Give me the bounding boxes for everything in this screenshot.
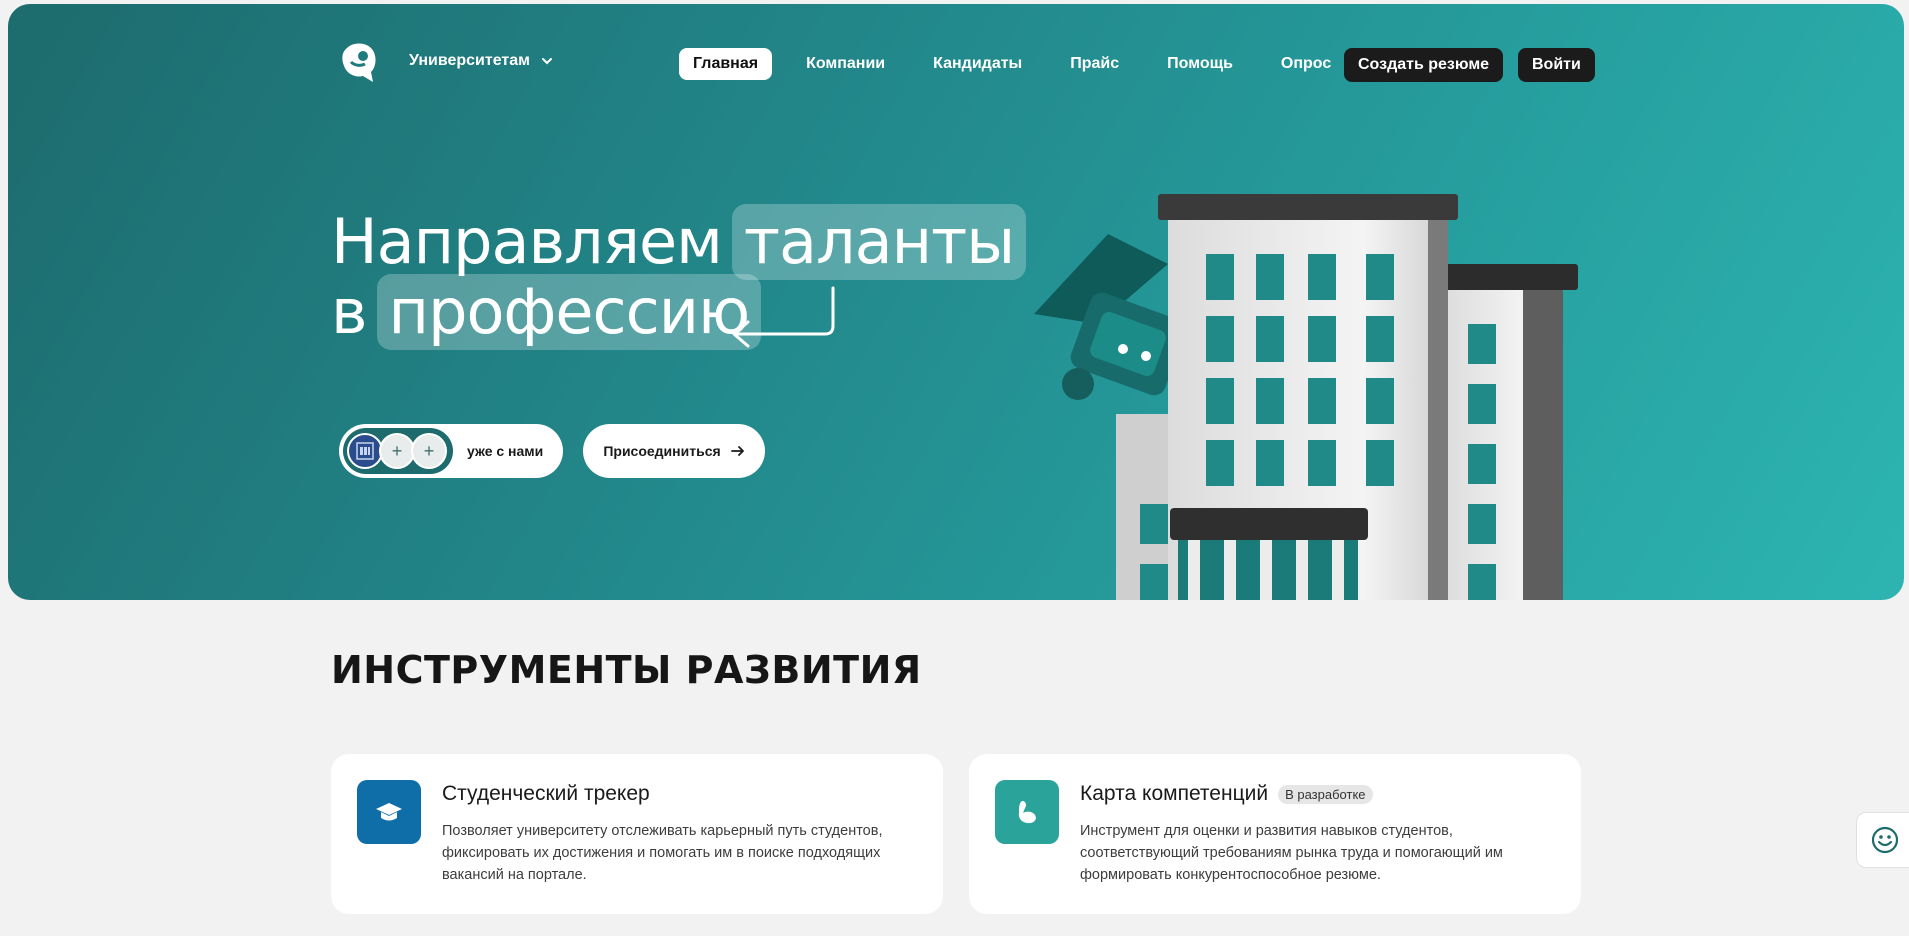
competency-map-card[interactable]: Карта компетенций В разработке Инструмен… bbox=[969, 754, 1581, 914]
card-icon-box bbox=[995, 780, 1059, 844]
with-us-label: уже с нами bbox=[467, 443, 544, 459]
create-resume-button[interactable]: Создать резюме bbox=[1344, 48, 1504, 82]
card-title-text: Студенческий трекер bbox=[442, 782, 650, 805]
curved-arrow-icon bbox=[732, 286, 835, 348]
avatar bbox=[347, 433, 383, 469]
headline-word: в bbox=[331, 275, 368, 348]
graduation-cap-icon bbox=[376, 803, 402, 821]
headline-chip-profession: профессию bbox=[376, 274, 762, 350]
members-pill: + + уже с нами bbox=[339, 424, 563, 478]
headline-line-2: в профессию bbox=[331, 274, 1026, 350]
chevron-down-icon bbox=[541, 58, 552, 65]
universities-label: Университетам bbox=[409, 52, 530, 69]
nav-links: Главная Компании Кандидаты Прайс Помощь … bbox=[679, 48, 1365, 80]
universities-dropdown[interactable]: Университетам bbox=[409, 52, 554, 70]
nav-link-help[interactable]: Помощь bbox=[1153, 48, 1247, 80]
feedback-widget[interactable] bbox=[1856, 812, 1909, 868]
member-avatars: + + bbox=[343, 428, 453, 474]
nav-link-home[interactable]: Главная bbox=[679, 48, 773, 80]
card-description: Позволяет университету отслеживать карье… bbox=[442, 823, 883, 883]
login-button[interactable]: Войти bbox=[1518, 48, 1595, 82]
card-title: Карта компетенций В разработке bbox=[1080, 782, 1373, 806]
headline-word: Направляем bbox=[331, 205, 723, 278]
hero-headline: Направляем таланты в профессию bbox=[331, 204, 1027, 350]
avatar-plus: + bbox=[411, 433, 447, 469]
headline-chip-talents: таланты bbox=[731, 204, 1027, 280]
headline-line-1: Направляем таланты bbox=[331, 204, 1027, 280]
nav-link-pricing[interactable]: Прайс bbox=[1056, 48, 1133, 80]
section-title: ИНСТРУМЕНТЫ РАЗВИТИЯ bbox=[331, 648, 922, 692]
nav-link-companies[interactable]: Компании bbox=[792, 48, 899, 80]
status-badge: В разработке bbox=[1278, 784, 1373, 804]
card-description: Инструмент для оценки и развития навыков… bbox=[1080, 823, 1503, 883]
smiley-icon bbox=[1871, 826, 1899, 854]
hero-banner: Университетам Главная Компании Кандидаты… bbox=[8, 4, 1904, 600]
join-label: Присоединиться bbox=[603, 443, 721, 459]
card-icon-box bbox=[357, 780, 421, 844]
card-title-text: Карта компетенций bbox=[1080, 782, 1269, 805]
nav-link-candidates[interactable]: Кандидаты bbox=[919, 48, 1036, 80]
student-tracker-card[interactable]: Студенческий трекер Позволяет университе… bbox=[331, 754, 943, 914]
arrow-right-icon bbox=[730, 446, 744, 456]
university-logo-icon bbox=[356, 442, 374, 460]
building-illustration bbox=[1034, 194, 1578, 600]
avatar-plus: + bbox=[379, 433, 415, 469]
top-nav: Университетам Главная Компании Кандидаты… bbox=[339, 42, 1595, 86]
logo-icon[interactable] bbox=[339, 42, 379, 86]
nav-link-survey[interactable]: Опрос bbox=[1267, 48, 1345, 80]
card-title: Студенческий трекер bbox=[442, 782, 650, 806]
join-button[interactable]: Присоединиться bbox=[583, 424, 765, 478]
flexed-arm-icon bbox=[1018, 801, 1036, 824]
